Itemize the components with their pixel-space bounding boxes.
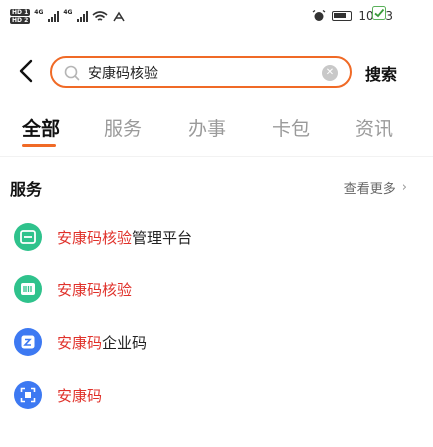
tab-all[interactable]: 全部: [22, 114, 60, 141]
search-icon: [64, 65, 80, 81]
battery-icon: [332, 11, 353, 21]
alarm-icon: [313, 10, 326, 21]
barcode-icon: [14, 275, 42, 303]
section-title: 服务: [10, 180, 43, 199]
service-item[interactable]: 安康码企业码: [14, 327, 147, 357]
search-field[interactable]: ✕: [50, 56, 352, 88]
signal-bars-icon: [48, 11, 60, 22]
item-label-highlight: 安康码核验: [57, 228, 133, 247]
item-label-highlight: 安康码: [57, 386, 103, 405]
see-more-label: 查看更多: [343, 182, 396, 197]
chevron-right-icon: ›: [401, 180, 407, 195]
network-type-1: 4G: [34, 9, 44, 16]
item-label-highlight: 安康码核验: [57, 280, 133, 299]
signal-bars-icon: [77, 11, 89, 22]
item-label-highlight: 安康码: [57, 333, 103, 352]
item-label: 企业码: [102, 333, 148, 352]
back-arrow-icon[interactable]: [14, 58, 40, 84]
search-button[interactable]: 搜索: [365, 61, 397, 85]
search-input[interactable]: [88, 62, 308, 84]
tab-news[interactable]: 资讯: [355, 114, 393, 141]
signal-indicators: HD 1 HD 2 4G 4G: [10, 9, 126, 24]
network-type-2: 4G: [63, 9, 73, 16]
see-more-link[interactable]: 查看更多 ›: [344, 178, 407, 197]
item-label: 管理平台: [132, 228, 193, 247]
qr-scan-icon: [14, 381, 42, 409]
tab-affairs[interactable]: 办事: [188, 114, 226, 141]
clear-icon[interactable]: ✕: [322, 65, 338, 81]
code-square-icon: [14, 328, 42, 356]
category-tabs: 全部 服务 办事 卡包 资讯: [0, 110, 433, 150]
tab-services[interactable]: 服务: [104, 114, 142, 141]
sim2-badge: HD 2: [10, 17, 31, 24]
data-saver-icon: [113, 11, 126, 21]
divider: [0, 156, 433, 157]
status-bar: HD 1 HD 2 4G 4G 10:53: [0, 0, 433, 34]
service-item[interactable]: 安康码核验: [14, 274, 132, 304]
tab-cards[interactable]: 卡包: [272, 114, 310, 141]
service-item[interactable]: 安康码: [14, 380, 102, 410]
active-tab-indicator: [22, 144, 56, 147]
sim1-badge: HD 1: [10, 9, 31, 16]
scan-window-icon: [14, 223, 42, 251]
check-badge-icon: [372, 6, 386, 20]
service-item[interactable]: 安康码核验管理平台: [14, 222, 192, 252]
wifi-icon: [92, 10, 109, 21]
